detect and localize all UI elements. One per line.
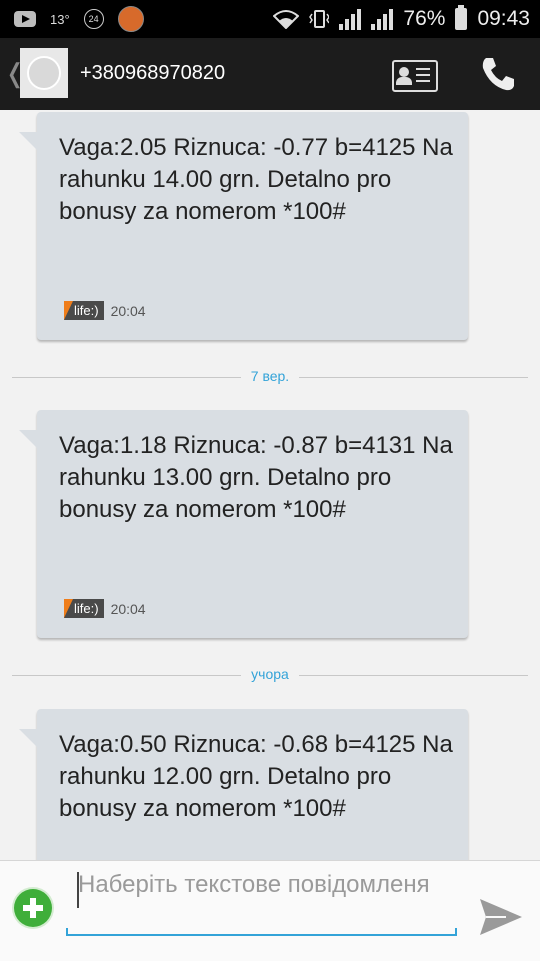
message-text: Vaga:0.50 Riznuca: -0.68 b=4125 Na rahun… [59,731,453,822]
contact-number: +380968970820 [80,62,226,84]
message-input[interactable] [66,869,456,939]
signal-icon [339,8,362,30]
message-text: Vaga:2.05 Riznuca: -0.77 b=4125 Na rahun… [59,134,453,225]
wifi-icon [273,10,300,29]
clock: 09:43 [477,7,530,30]
date-divider-label: 7 вер. [240,368,300,384]
input-underline [66,928,457,936]
message-time: 20:04 [110,600,146,617]
date-divider: учора [12,666,528,686]
message-list[interactable]: Vaga:2.05 Riznuca: -0.77 b=4125 Na rahun… [0,110,540,860]
status-bar: 13° 24 76% 09:43 [0,0,540,38]
attach-plus-icon[interactable] [14,889,52,927]
text-cursor [77,872,79,908]
battery-percent: 76% [403,7,446,30]
message-bubble[interactable]: Vaga:2.05 Riznuca: -0.77 b=4125 Na rahun… [19,112,468,340]
channel-24-icon: 24 [83,9,104,29]
operator-badge: life:) [64,301,104,320]
message-text: Vaga:1.18 Riznuca: -0.87 b=4131 Na rahun… [59,432,453,523]
phone-icon[interactable] [478,54,518,94]
signal-icon-2 [371,8,394,30]
temperature: 13° [50,11,70,27]
message-bubble[interactable]: Vaga:0.50 Riznuca: -0.68 b=4125 Na rahun… [19,709,468,860]
contact-card-icon[interactable] [392,60,438,92]
message-bubble[interactable]: Vaga:1.18 Riznuca: -0.87 b=4131 Na rahun… [19,410,468,638]
message-time: 20:04 [110,302,146,319]
youtube-icon [14,11,36,27]
battery-icon [455,5,468,30]
message-meta: life:) 20:04 [64,301,146,320]
send-icon[interactable] [476,895,526,939]
contact-avatar-icon[interactable] [20,48,68,98]
date-divider: 7 вер. [12,368,528,388]
operator-badge: life:) [64,599,104,618]
app-notification-icon [117,6,144,32]
action-bar: ❬ +380968970820 [0,38,540,110]
vibrate-icon [309,10,330,28]
date-divider-label: учора [241,666,299,682]
compose-bar [0,860,540,961]
message-meta: life:) 20:04 [64,599,146,618]
